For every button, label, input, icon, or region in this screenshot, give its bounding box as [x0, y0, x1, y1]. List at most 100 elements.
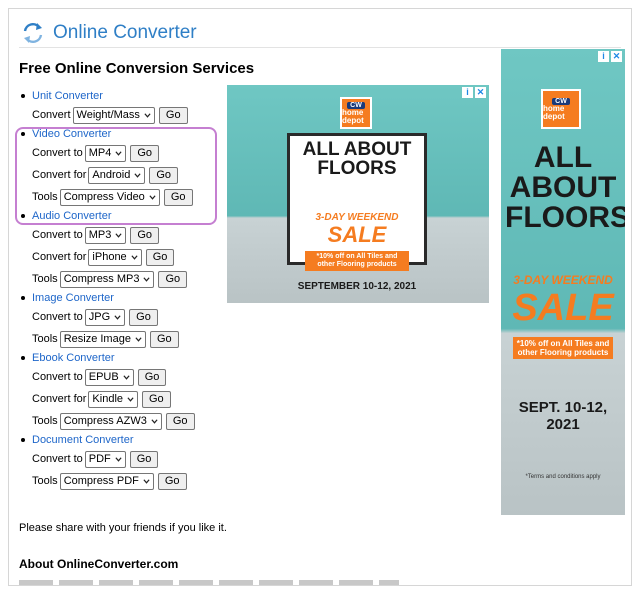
converter-row: Convert to PDF Go — [19, 448, 229, 470]
home-depot-logo: CW home depot — [340, 97, 372, 129]
format-select[interactable]: Compress PDF — [59, 472, 154, 490]
go-button[interactable]: Go — [158, 106, 188, 124]
ad-sale-tall: SALE — [512, 287, 614, 329]
site-header: Online Converter — [21, 19, 197, 47]
chevron-down-icon — [143, 276, 151, 282]
select-value: JPG — [88, 311, 111, 323]
page-title: Free Online Conversion Services — [19, 60, 255, 77]
format-select[interactable]: Kindle — [88, 390, 138, 408]
section-link[interactable]: Document Converter — [32, 434, 134, 446]
bullet-icon — [21, 94, 25, 98]
select-value: Resize Image — [63, 333, 131, 345]
select-value: iPhone — [92, 251, 127, 263]
go-button[interactable]: Go — [149, 330, 179, 348]
select-value: PDF — [88, 453, 111, 465]
close-icon[interactable]: ✕ — [611, 51, 622, 62]
converter-row: Tools Compress PDF Go — [19, 470, 229, 492]
ad-headline-tall: ALL ABOUT FLOORS — [505, 141, 625, 234]
converter-row: Convert to EPUB Go — [19, 366, 229, 388]
chevron-down-icon — [123, 374, 130, 380]
converter-section: Ebook Converter Convert to EPUB Go Convert f… — [19, 350, 229, 432]
advertisement-banner-wide[interactable]: i ✕ CW home depot ALL ABOUT FLOORS 3-DAY… — [227, 85, 489, 303]
close-icon[interactable]: ✕ — [475, 87, 486, 98]
select-value: Compress AZW3 — [63, 415, 147, 427]
chevron-down-icon — [151, 418, 158, 424]
section-header: Image Converter — [19, 290, 229, 306]
go-button[interactable]: Go — [142, 390, 171, 408]
ad-offer-tall: *10% off on All Tiles and other Flooring… — [513, 337, 613, 360]
converter-row: Tools Compress AZW3 Go — [19, 410, 229, 432]
go-button[interactable]: Go — [130, 226, 160, 244]
bullet-icon — [21, 356, 25, 360]
ad-fine-print-tall: *Terms and conditions apply — [525, 474, 601, 480]
format-select[interactable]: EPUB — [84, 368, 134, 386]
chevron-down-icon — [115, 232, 122, 238]
ad-choices[interactable]: i ✕ — [462, 87, 486, 98]
section-header: Document Converter — [19, 432, 229, 448]
bullet-icon — [21, 296, 25, 300]
select-value: Compress MP3 — [63, 273, 140, 285]
format-select[interactable]: Weight/Mass — [72, 106, 155, 124]
go-button[interactable]: Go — [137, 368, 167, 386]
site-brand-link[interactable]: Online Converter — [53, 22, 197, 44]
share-text: Please share with your friends if you li… — [19, 522, 227, 534]
select-value: EPUB — [88, 371, 119, 383]
ad-weekend-tall: 3-DAY WEEKEND — [513, 273, 613, 287]
go-button[interactable]: Go — [165, 412, 195, 430]
page-frame: Online Converter Free Online Conversion … — [8, 8, 632, 586]
chevron-down-icon — [144, 112, 151, 118]
chevron-down-icon — [131, 254, 138, 260]
format-select[interactable]: Resize Image — [59, 330, 146, 348]
video-converter-highlight — [15, 127, 217, 225]
adchoices-icon[interactable]: i — [598, 51, 609, 62]
select-value: Weight/Mass — [76, 109, 140, 121]
ad-date-tall: SEPT. 10-12, 2021 — [518, 399, 608, 433]
bullet-icon — [21, 438, 25, 442]
chevron-down-icon — [143, 478, 150, 484]
section-link[interactable]: Unit Converter — [32, 90, 103, 102]
go-button[interactable]: Go — [157, 472, 187, 490]
advertisement-banner-tall[interactable]: i ✕ CW home depot ALL ABOUT FLOORS 3-DAY… — [501, 49, 625, 515]
ad-headline: ALL ABOUT FLOORS — [302, 139, 412, 179]
home-depot-logo-tall: CW home depot — [541, 89, 581, 129]
converter-row: Convert to JPG Go — [19, 306, 229, 328]
about-heading: About OnlineConverter.com — [19, 557, 179, 571]
row-label: Convert to — [32, 371, 83, 383]
ad-date: SEPTEMBER 10-12, 2021 — [297, 281, 417, 292]
format-select[interactable]: MP3 — [84, 226, 127, 244]
format-select[interactable]: JPG — [84, 308, 126, 326]
format-select[interactable]: Compress MP3 — [59, 270, 155, 288]
row-label: Convert — [32, 109, 71, 121]
converter-row: Convert Weight/Mass Go — [19, 104, 229, 126]
converter-row: Convert for iPhone Go — [19, 246, 229, 268]
converter-section: Document Converter Convert to PDF Go Tools Co… — [19, 432, 229, 492]
row-label: Convert to — [32, 311, 83, 323]
converter-row: Convert to MP3 Go — [19, 224, 229, 246]
go-button[interactable]: Go — [158, 270, 188, 288]
cutoff-text — [19, 580, 399, 585]
section-link[interactable]: Image Converter — [32, 292, 114, 304]
section-header: Ebook Converter — [19, 350, 229, 366]
converter-logo-icon[interactable] — [21, 21, 45, 45]
row-label: Tools — [32, 415, 58, 427]
section-link[interactable]: Ebook Converter — [32, 352, 115, 364]
go-button[interactable]: Go — [129, 450, 159, 468]
format-select[interactable]: Compress AZW3 — [59, 412, 162, 430]
select-value: Compress PDF — [63, 475, 139, 487]
select-value: MP3 — [88, 229, 112, 241]
chevron-down-icon — [135, 336, 142, 342]
ad-choices-tall[interactable]: i ✕ — [598, 51, 622, 62]
format-select[interactable]: iPhone — [88, 248, 142, 266]
format-select[interactable]: PDF — [84, 450, 126, 468]
go-button[interactable]: Go — [145, 248, 175, 266]
converter-row: Tools Resize Image Go — [19, 328, 229, 350]
row-label: Convert for — [32, 393, 87, 405]
go-button[interactable]: Go — [129, 308, 158, 326]
chevron-down-icon — [127, 396, 134, 402]
adchoices-icon[interactable]: i — [462, 87, 473, 98]
chevron-down-icon — [115, 456, 122, 462]
converter-row: Convert for Kindle Go — [19, 388, 229, 410]
row-label: Convert to — [32, 229, 83, 241]
section-header: Unit Converter — [19, 88, 229, 104]
converter-section: Unit Converter Convert Weight/Mass Go — [19, 88, 229, 126]
